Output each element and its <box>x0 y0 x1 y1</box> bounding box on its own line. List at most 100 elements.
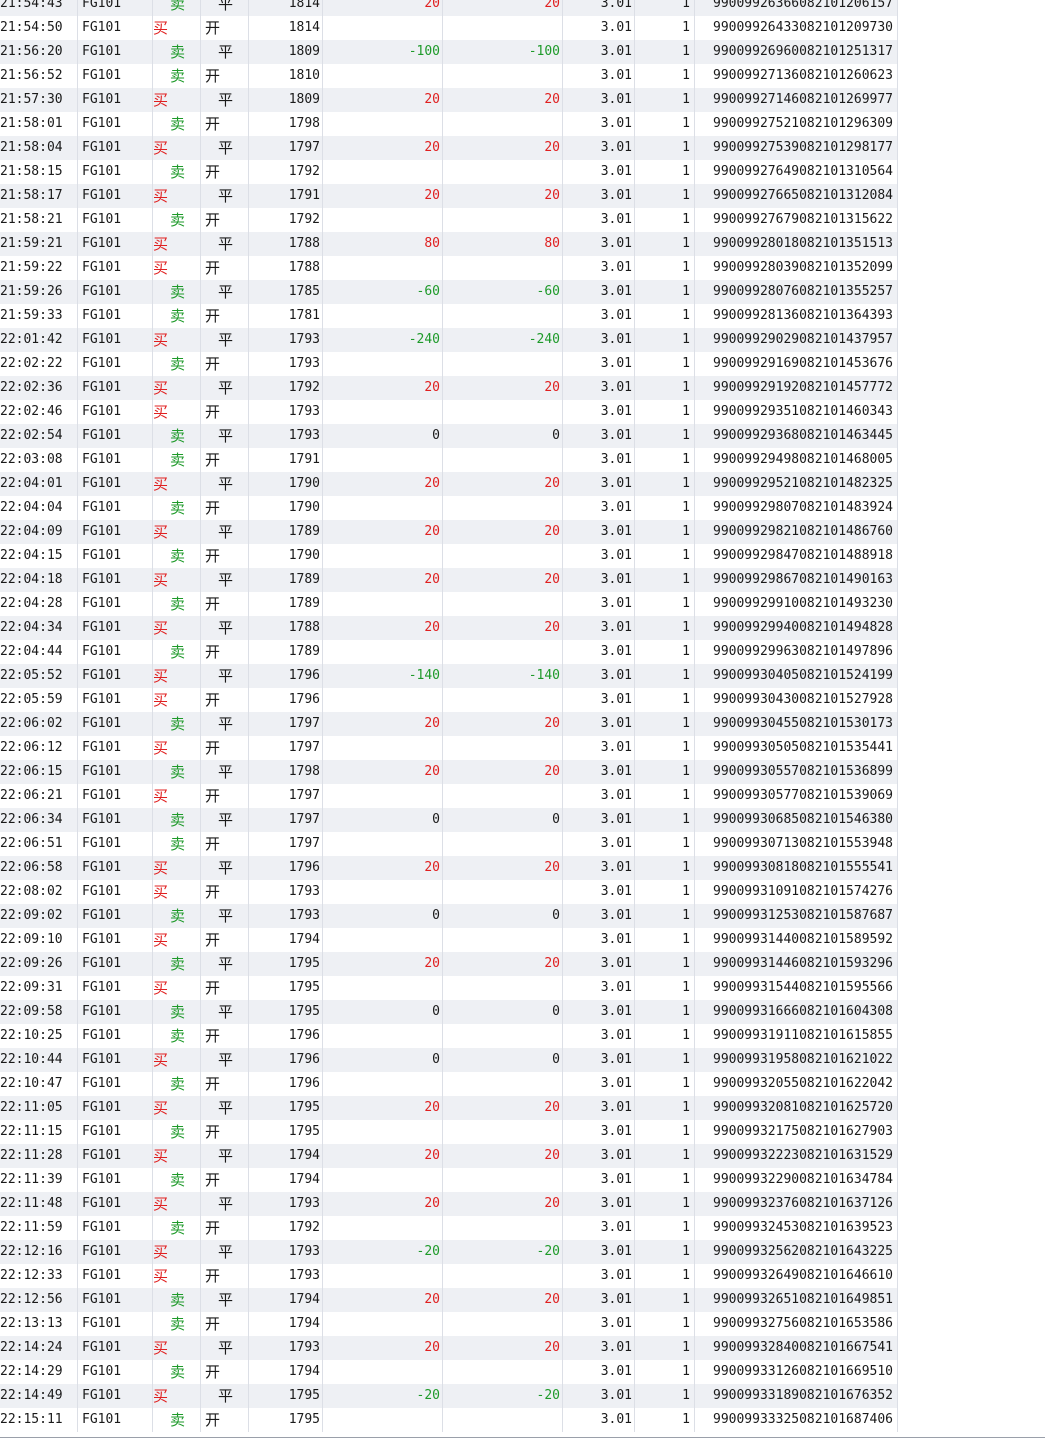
open-close-cell: 平 <box>201 1144 249 1168</box>
open-label: 开 <box>205 1027 221 1045</box>
table-row[interactable]: 21:58:04 FG101 买平 1797 20 20 3.01 1 990099275390… <box>0 136 898 160</box>
table-row[interactable]: 22:03:08 FG101 卖 开 1791 3.01 1 9900992949808210… <box>0 448 898 472</box>
table-row[interactable]: 21:59:33 FG101 卖 开 1781 3.01 1 9900992813608210… <box>0 304 898 328</box>
trade-id-cell: 99009931958082101621022 <box>695 1048 898 1072</box>
time-cell: 22:04:15 <box>0 544 78 568</box>
net-pnl-cell: 20 <box>443 88 563 112</box>
table-row[interactable]: 22:10:44 FG101 买平 1796 0 0 3.01 1 99009931958082… <box>0 1048 898 1072</box>
table-row[interactable]: 22:04:09 FG101 买平 1789 20 20 3.01 1 990099298210… <box>0 520 898 544</box>
close-label: 平 <box>218 283 234 301</box>
contract-cell: FG101 <box>78 136 153 160</box>
net-pnl-cell: 0 <box>443 1000 563 1024</box>
table-row[interactable]: 21:58:15 FG101 卖 开 1792 3.01 1 9900992764908210… <box>0 160 898 184</box>
table-row[interactable]: 22:11:59 FG101 卖 开 1792 3.01 1 9900993245308210… <box>0 1216 898 1240</box>
table-row[interactable]: 22:11:05 FG101 买平 1795 20 20 3.01 1 990099320810… <box>0 1096 898 1120</box>
trade-id-cell: 99009927521082101296309 <box>695 112 898 136</box>
table-row[interactable]: 22:09:58 FG101 卖平 1795 0 0 3.01 1 99009931666082… <box>0 1000 898 1024</box>
close-label: 平 <box>218 763 234 781</box>
table-row[interactable]: 21:58:01 FG101 卖 开 1798 3.01 1 9900992752108210… <box>0 112 898 136</box>
table-row[interactable]: 21:54:50 FG101 买 开 1814 3.01 1 9900992643308210… <box>0 16 898 40</box>
trade-id-cell: 99009929521082101482325 <box>695 472 898 496</box>
table-row[interactable]: 22:11:39 FG101 卖 开 1794 3.01 1 9900993229008210… <box>0 1168 898 1192</box>
table-row[interactable]: 21:59:21 FG101 买平 1788 80 80 3.01 1 990099280180… <box>0 232 898 256</box>
open-close-cell: 开 <box>201 832 249 856</box>
table-row[interactable]: 22:06:21 FG101 买 开 1797 3.01 1 9900993057708210… <box>0 784 898 808</box>
table-row[interactable]: 22:06:02 FG101 卖平 1797 20 20 3.01 1 990099304550… <box>0 712 898 736</box>
table-row[interactable]: 22:12:16 FG101 买平 1793 -20 -20 3.01 1 9900993256… <box>0 1240 898 1264</box>
table-row[interactable]: 22:04:18 FG101 买平 1789 20 20 3.01 1 990099298670… <box>0 568 898 592</box>
contract-cell: FG101 <box>78 328 153 352</box>
net-pnl-cell: 80 <box>443 232 563 256</box>
time-cell: 22:02:54 <box>0 424 78 448</box>
table-row[interactable]: 22:10:47 FG101 卖 开 1796 3.01 1 9900993205508210… <box>0 1072 898 1096</box>
table-row[interactable]: 22:09:02 FG101 卖平 1793 0 0 3.01 1 99009931253082… <box>0 904 898 928</box>
close-pnl-cell <box>323 448 443 472</box>
contract-cell: FG101 <box>78 16 153 40</box>
table-row[interactable]: 21:56:20 FG101 卖平 1809 -100 -100 3.01 1 99009926… <box>0 40 898 64</box>
fee-cell: 3.01 <box>563 688 635 712</box>
close-pnl-cell <box>323 832 443 856</box>
quantity-cell: 1 <box>635 1264 695 1288</box>
table-row[interactable]: 22:04:28 FG101 卖 开 1789 3.01 1 9900992991008210… <box>0 592 898 616</box>
close-pnl-cell: 20 <box>323 1336 443 1360</box>
table-row[interactable]: 22:04:44 FG101 卖 开 1789 3.01 1 9900992996308210… <box>0 640 898 664</box>
table-row[interactable]: 22:05:59 FG101 买 开 1796 3.01 1 9900993043008210… <box>0 688 898 712</box>
table-row[interactable]: 22:14:24 FG101 买平 1793 20 20 3.01 1 990099328400… <box>0 1336 898 1360</box>
table-row[interactable]: 22:12:56 FG101 卖平 1794 20 20 3.01 1 990099326510… <box>0 1288 898 1312</box>
direction-cell: 卖 <box>153 544 201 568</box>
table-row[interactable]: 22:06:15 FG101 卖平 1798 20 20 3.01 1 990099305570… <box>0 760 898 784</box>
table-row[interactable]: 22:09:10 FG101 买 开 1794 3.01 1 9900993144008210… <box>0 928 898 952</box>
table-row[interactable]: 22:02:54 FG101 卖平 1793 0 0 3.01 1 99009929368082… <box>0 424 898 448</box>
table-row[interactable]: 22:12:33 FG101 买 开 1793 3.01 1 9900993264908210… <box>0 1264 898 1288</box>
net-pnl-cell: 20 <box>443 616 563 640</box>
table-row[interactable]: 22:14:49 FG101 买平 1795 -20 -20 3.01 1 9900993318… <box>0 1384 898 1408</box>
table-row[interactable]: 21:59:22 FG101 买 开 1788 3.01 1 9900992803908210… <box>0 256 898 280</box>
time-cell: 22:15:11 <box>0 1408 78 1432</box>
table-row[interactable]: 22:06:34 FG101 卖平 1797 0 0 3.01 1 99009930685082… <box>0 808 898 832</box>
trade-id-cell: 99009929368082101463445 <box>695 424 898 448</box>
trade-id-cell: 99009927136082101260623 <box>695 64 898 88</box>
direction-cell: 卖 <box>153 496 201 520</box>
direction-cell: 卖 <box>153 64 201 88</box>
sell-label: 卖 <box>170 1003 186 1021</box>
table-row[interactable]: 22:05:52 FG101 买平 1796 -140 -140 3.01 1 99009930… <box>0 664 898 688</box>
sell-label: 卖 <box>170 547 186 565</box>
table-row[interactable]: 22:13:13 FG101 卖 开 1794 3.01 1 9900993275608210… <box>0 1312 898 1336</box>
table-row[interactable]: 22:02:46 FG101 买 开 1793 3.01 1 9900992935108210… <box>0 400 898 424</box>
net-pnl-cell <box>443 160 563 184</box>
table-row[interactable]: 21:58:17 FG101 买平 1791 20 20 3.01 1 990099276650… <box>0 184 898 208</box>
close-pnl-cell: -100 <box>323 40 443 64</box>
table-row[interactable]: 22:14:29 FG101 卖 开 1794 3.01 1 9900993312608210… <box>0 1360 898 1384</box>
table-row[interactable]: 22:11:48 FG101 买平 1793 20 20 3.01 1 990099323760… <box>0 1192 898 1216</box>
quantity-cell: 1 <box>635 496 695 520</box>
table-row[interactable]: 22:11:15 FG101 卖 开 1795 3.01 1 9900993217508210… <box>0 1120 898 1144</box>
table-row[interactable]: 22:04:01 FG101 买平 1790 20 20 3.01 1 990099295210… <box>0 472 898 496</box>
table-row[interactable]: 22:10:25 FG101 卖 开 1796 3.01 1 9900993191108210… <box>0 1024 898 1048</box>
table-row[interactable]: 21:54:43 FG101 卖平 1814 20 20 3.01 1 990099263660… <box>0 0 898 16</box>
table-row[interactable]: 21:58:21 FG101 卖 开 1792 3.01 1 9900992767908210… <box>0 208 898 232</box>
net-pnl-cell: -20 <box>443 1240 563 1264</box>
table-row[interactable]: 21:56:52 FG101 卖 开 1810 3.01 1 9900992713608210… <box>0 64 898 88</box>
table-row[interactable]: 22:06:51 FG101 卖 开 1797 3.01 1 9900993071308210… <box>0 832 898 856</box>
table-row[interactable]: 22:01:42 FG101 买平 1793 -240 -240 3.01 1 99009929… <box>0 328 898 352</box>
table-row[interactable]: 22:02:22 FG101 卖 开 1793 3.01 1 9900992916908210… <box>0 352 898 376</box>
fee-cell: 3.01 <box>563 976 635 1000</box>
net-pnl-cell <box>443 1216 563 1240</box>
net-pnl-cell: 20 <box>443 376 563 400</box>
close-pnl-cell <box>323 688 443 712</box>
table-row[interactable]: 22:06:12 FG101 买 开 1797 3.01 1 9900993050508210… <box>0 736 898 760</box>
table-row[interactable]: 22:08:02 FG101 买 开 1793 3.01 1 9900993109108210… <box>0 880 898 904</box>
table-row[interactable]: 22:15:11 FG101 卖 开 1795 3.01 1 9900993332508210… <box>0 1408 898 1432</box>
table-row[interactable]: 21:57:30 FG101 买平 1809 20 20 3.01 1 990099271460… <box>0 88 898 112</box>
table-row[interactable]: 22:04:04 FG101 卖 开 1790 3.01 1 9900992980708210… <box>0 496 898 520</box>
table-row[interactable]: 22:09:31 FG101 买 开 1795 3.01 1 9900993154408210… <box>0 976 898 1000</box>
table-row[interactable]: 22:02:36 FG101 买平 1792 20 20 3.01 1 990099291920… <box>0 376 898 400</box>
time-cell: 22:09:26 <box>0 952 78 976</box>
table-row[interactable]: 21:59:26 FG101 卖平 1785 -60 -60 3.01 1 9900992807… <box>0 280 898 304</box>
table-row[interactable]: 22:06:58 FG101 买平 1796 20 20 3.01 1 990099308180… <box>0 856 898 880</box>
table-row[interactable]: 22:09:26 FG101 卖平 1795 20 20 3.01 1 990099314460… <box>0 952 898 976</box>
table-row[interactable]: 22:04:34 FG101 买平 1788 20 20 3.01 1 990099299400… <box>0 616 898 640</box>
table-row[interactable]: 22:11:28 FG101 买平 1794 20 20 3.01 1 990099322230… <box>0 1144 898 1168</box>
net-pnl-cell <box>443 1072 563 1096</box>
table-row[interactable]: 22:04:15 FG101 卖 开 1790 3.01 1 9900992984708210… <box>0 544 898 568</box>
